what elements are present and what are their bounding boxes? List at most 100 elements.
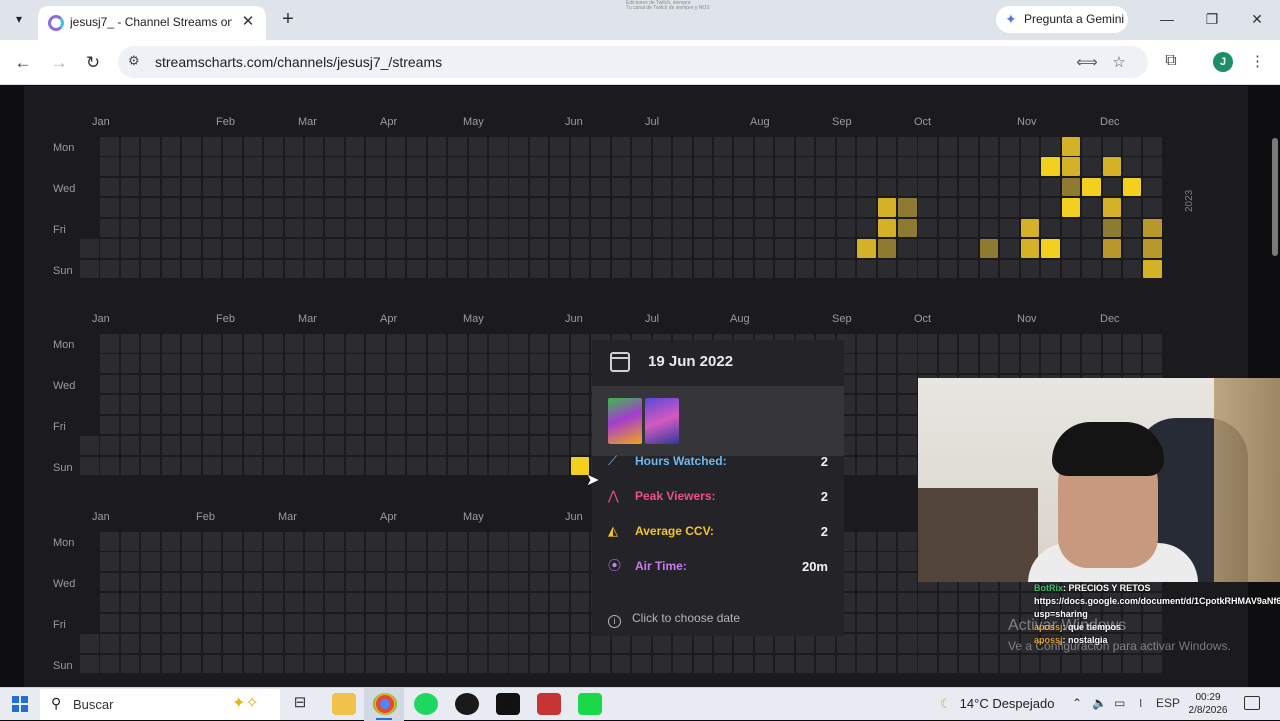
stream-day-cell[interactable]: [1000, 334, 1019, 353]
stream-day-cell[interactable]: [468, 634, 488, 653]
stream-day-cell[interactable]: [427, 593, 447, 612]
stream-day-cell[interactable]: [304, 374, 324, 394]
stream-day-cell[interactable]: [386, 456, 406, 476]
stream-day-cell[interactable]: [898, 552, 917, 571]
stream-day-cell[interactable]: [1061, 239, 1081, 258]
stream-day-cell[interactable]: [141, 259, 160, 279]
stream-day-cell[interactable]: [775, 634, 794, 653]
stream-day-cell[interactable]: [489, 137, 508, 156]
stream-day-cell[interactable]: [836, 157, 856, 176]
stream-day-cell[interactable]: [1082, 334, 1101, 353]
stream-day-cell[interactable]: [938, 634, 958, 653]
stream-day-cell[interactable]: [243, 157, 263, 176]
stream-day-cell[interactable]: [304, 218, 324, 238]
stream-day-cell[interactable]: [489, 532, 508, 551]
stream-day-cell[interactable]: [591, 218, 610, 238]
stream-day-cell[interactable]: [918, 218, 937, 238]
stream-day-cell[interactable]: [836, 198, 856, 217]
stream-day-cell[interactable]: [509, 634, 528, 653]
stream-day-cell[interactable]: [407, 532, 426, 551]
stream-day-cell[interactable]: [529, 415, 549, 435]
stream-day-cell[interactable]: [591, 177, 610, 197]
stream-day-cell[interactable]: [386, 395, 406, 414]
stream-day-cell[interactable]: [938, 218, 958, 238]
stream-day-cell[interactable]: [1143, 334, 1162, 353]
stream-day-cell[interactable]: [529, 593, 549, 612]
stream-day-cell[interactable]: [938, 157, 958, 176]
stream-day-cell[interactable]: [468, 218, 488, 238]
stream-day-cell[interactable]: [264, 239, 283, 258]
stream-day-cell[interactable]: [857, 259, 876, 279]
stream-day-cell[interactable]: [284, 137, 303, 156]
stream-day-cell[interactable]: [304, 572, 324, 592]
stream-day-cell[interactable]: [284, 395, 303, 414]
stream-day-cell[interactable]: [1000, 218, 1019, 238]
stream-day-cell[interactable]: [366, 634, 385, 653]
stream-day-cell[interactable]: [386, 334, 406, 353]
stream-day-cell[interactable]: [489, 395, 508, 414]
stream-day-cell[interactable]: [550, 137, 569, 156]
stream-day-cell[interactable]: [1102, 137, 1121, 156]
stream-day-cell[interactable]: [202, 157, 222, 176]
stream-day-cell[interactable]: [591, 239, 610, 258]
stream-day-cell[interactable]: [1143, 177, 1162, 197]
stream-day-cell[interactable]: [816, 177, 835, 197]
stream-day-cell[interactable]: [918, 177, 937, 197]
stream-day-cell[interactable]: [1000, 654, 1019, 674]
stream-day-cell[interactable]: [448, 218, 467, 238]
stream-day-cell[interactable]: [325, 198, 344, 217]
stream-day-cell[interactable]: [509, 334, 528, 353]
stream-day-cell[interactable]: [161, 198, 181, 217]
stream-day-cell[interactable]: [570, 552, 590, 571]
stream-day-cell[interactable]: [264, 654, 283, 674]
stream-day-cell[interactable]: [979, 157, 999, 176]
stream-day-cell[interactable]: [693, 157, 712, 176]
stream-day-cell[interactable]: [243, 634, 263, 653]
stream-day-cell[interactable]: [550, 198, 569, 217]
stream-day-cell[interactable]: [1041, 334, 1060, 353]
stream-day-cell[interactable]: [918, 354, 937, 373]
stream-day-cell[interactable]: [611, 177, 631, 197]
stream-day-cell[interactable]: [407, 654, 426, 674]
stream-day-cell[interactable]: [264, 634, 283, 653]
stream-day-cell[interactable]: [489, 218, 508, 238]
stream-day-cell[interactable]: [284, 634, 303, 653]
stream-day-cell[interactable]: [284, 218, 303, 238]
stream-day-cell[interactable]: [550, 334, 569, 353]
stream-day-cell[interactable]: [509, 259, 528, 279]
stream-day-cell[interactable]: [141, 572, 160, 592]
stream-day-cell[interactable]: [979, 218, 999, 238]
stream-day-cell[interactable]: [386, 239, 406, 258]
stream-day-cell[interactable]: [264, 218, 283, 238]
stream-day-cell[interactable]: [938, 334, 958, 353]
stream-day-cell[interactable]: [284, 532, 303, 551]
stream-day-cell[interactable]: [366, 456, 385, 476]
weather-widget[interactable]: ☾ 14°C Despejado: [940, 696, 1054, 712]
stream-day-cell[interactable]: [202, 415, 222, 435]
stream-day-cell[interactable]: [489, 593, 508, 612]
stream-day-cell[interactable]: [182, 395, 201, 414]
stream-day-cell[interactable]: [898, 572, 917, 592]
stream-day-cell[interactable]: [141, 552, 160, 571]
stream-day-cell[interactable]: [570, 654, 590, 674]
stream-day-cell[interactable]: [243, 177, 263, 197]
stream-day-cell[interactable]: [857, 218, 876, 238]
stream-day-cell[interactable]: [407, 218, 426, 238]
stream-day-cell[interactable]: [673, 654, 692, 674]
stream-day-cell[interactable]: [611, 259, 631, 279]
stream-day-cell[interactable]: [754, 259, 774, 279]
stream-day-cell[interactable]: [509, 395, 528, 414]
stream-day-cell[interactable]: [529, 334, 549, 353]
stream-day-cell[interactable]: [877, 177, 897, 197]
stream-day-cell[interactable]: [550, 552, 569, 571]
stream-day-cell[interactable]: [529, 395, 549, 414]
stream-day-cell[interactable]: [120, 436, 140, 455]
stream-day-cell[interactable]: [857, 198, 876, 217]
stream-day-cell[interactable]: [1061, 218, 1081, 238]
stream-day-cell[interactable]: [407, 137, 426, 156]
stream-day-cell[interactable]: [1000, 137, 1019, 156]
stream-day-cell[interactable]: [100, 613, 119, 633]
stream-day-cell[interactable]: [836, 218, 856, 238]
stream-day-cell[interactable]: [264, 395, 283, 414]
stream-day-cell[interactable]: [509, 354, 528, 373]
